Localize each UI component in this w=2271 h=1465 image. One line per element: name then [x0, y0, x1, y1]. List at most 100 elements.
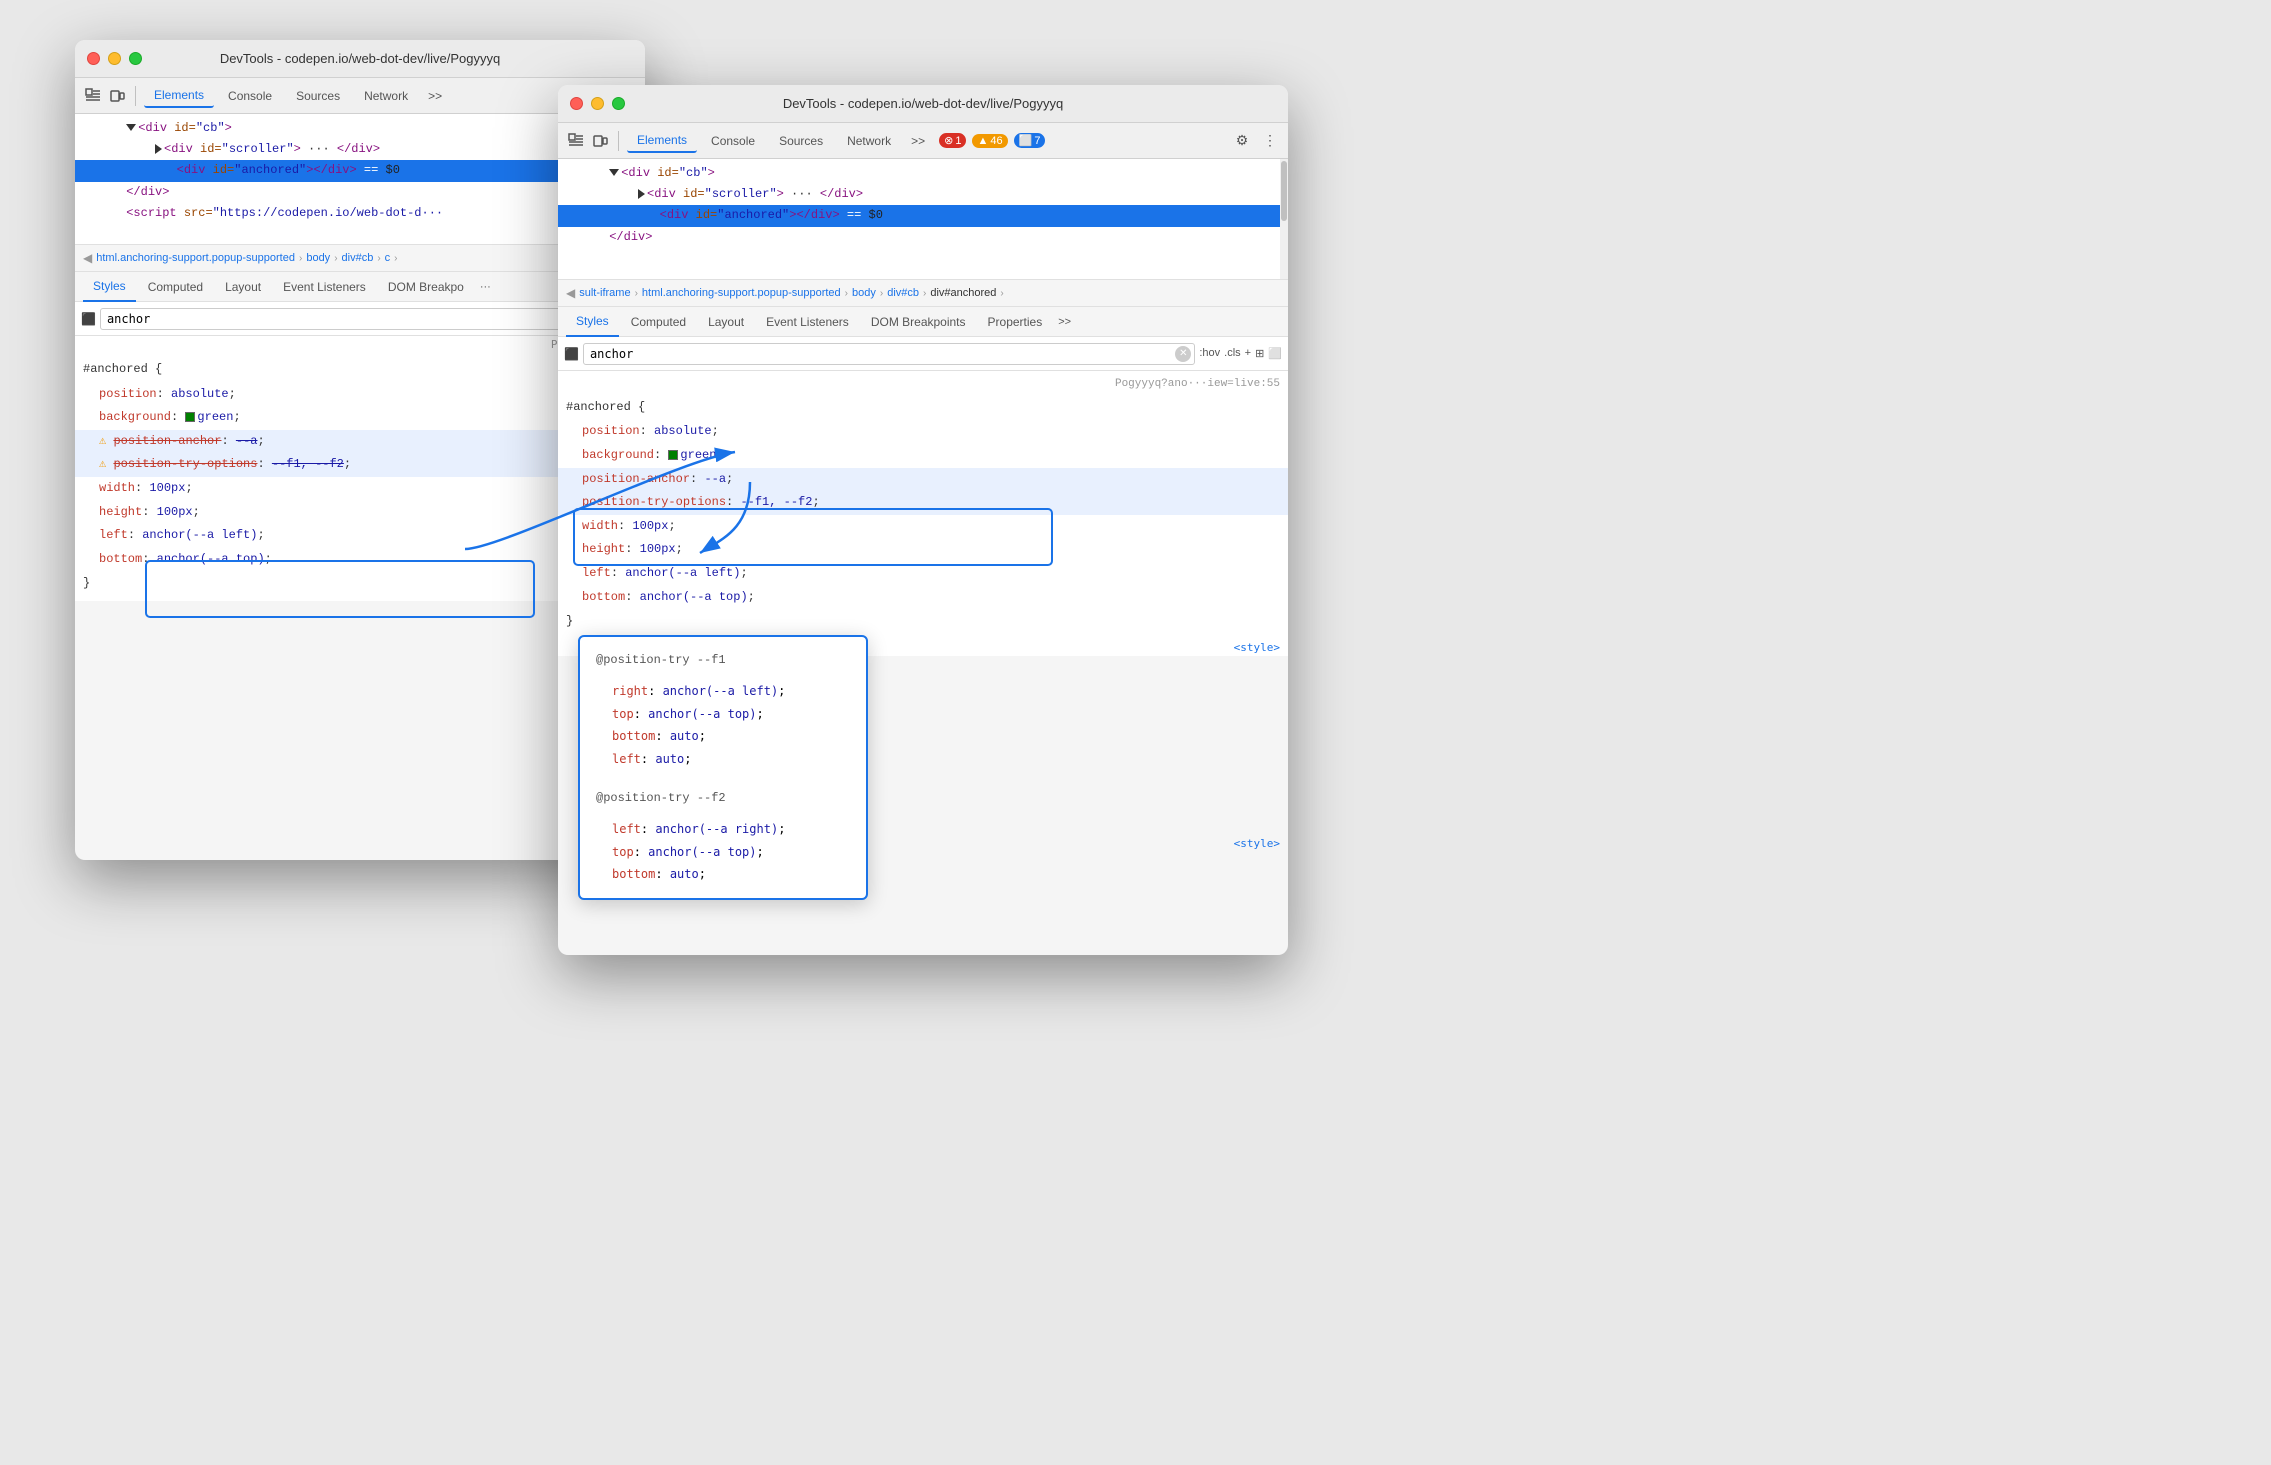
error-icon: ⊗ — [944, 134, 953, 147]
close-button-2[interactable] — [570, 97, 583, 110]
breadcrumb-divcb[interactable]: div#cb — [342, 252, 374, 264]
cls-toggle-2[interactable]: .cls — [1224, 347, 1241, 360]
devtools-window-2: DevTools - codepen.io/web-dot-dev/live/P… — [558, 85, 1288, 955]
breadcrumb-divanchored-2[interactable]: div#anchored — [930, 287, 996, 299]
info-badge: ⬜ 7 — [1014, 133, 1046, 148]
css-popup: @position-try --f1 right: anchor(--a lef… — [578, 635, 868, 900]
search-clear-2[interactable]: ✕ — [1175, 346, 1191, 362]
tabs-more-2[interactable]: >> — [1054, 316, 1075, 328]
tab-console-2[interactable]: Console — [701, 130, 765, 152]
filter-icon-2: ⬛ — [564, 347, 579, 361]
at-rule-1: @position-try --f1 — [596, 649, 850, 672]
css-prop-position-2: position: absolute; — [558, 420, 1288, 444]
more-icon-2[interactable]: ⋮ — [1260, 131, 1280, 151]
css-prop-bottom-2: bottom: anchor(--a top); — [558, 586, 1288, 610]
scroll-thumb-2[interactable] — [1281, 161, 1287, 221]
settings-icon-2[interactable]: ⚙ — [1232, 131, 1252, 151]
tab-network-1[interactable]: Network — [354, 85, 418, 107]
filter-icon-1: ⬛ — [81, 312, 96, 326]
tab-event-listeners-1[interactable]: Event Listeners — [273, 272, 376, 302]
breadcrumb-divcb-2[interactable]: div#cb — [887, 287, 919, 299]
hov-toggle-2[interactable]: :hov — [1199, 347, 1220, 360]
search-input-2[interactable] — [583, 343, 1195, 365]
popup-prop: left: auto; — [612, 748, 850, 771]
breadcrumb-body-2[interactable]: body — [852, 287, 876, 299]
popup-props-1: right: anchor(--a left); top: anchor(--a… — [596, 680, 850, 771]
breadcrumb-iframe-2[interactable]: sult-iframe — [579, 287, 630, 299]
tab-computed-1[interactable]: Computed — [138, 272, 213, 302]
source-link-2[interactable]: Pogyyyq?ano···iew=live:55 — [1115, 375, 1280, 395]
copy-icon-2[interactable]: ⊞ — [1255, 347, 1264, 360]
breadcrumb-html[interactable]: html.anchoring-support.popup-supported — [96, 252, 295, 264]
more-tabs-2[interactable]: >> — [905, 132, 931, 150]
breadcrumb-nav-arrow[interactable]: ◀ — [83, 251, 92, 265]
css-source-2: Pogyyyq?ano···iew=live:55 — [558, 375, 1288, 395]
tab-layout-1[interactable]: Layout — [215, 272, 271, 302]
dom-line-2c-selected: <div id="anchored"></div> == $0 — [558, 205, 1288, 226]
warn-icon-try-1: ⚠ — [99, 457, 106, 471]
warn-icon-anchor-1: ⚠ — [99, 434, 106, 448]
css-prop-position-anchor-2: position-anchor: --a; — [558, 468, 1288, 492]
tab-layout-2[interactable]: Layout — [698, 307, 754, 337]
maximize-button-1[interactable] — [129, 52, 142, 65]
tabs-more-1[interactable]: ··· — [476, 281, 495, 293]
tab-network-2[interactable]: Network — [837, 130, 901, 152]
breadcrumb-body[interactable]: body — [306, 252, 330, 264]
info-count: 7 — [1034, 135, 1040, 147]
css-prop-position-try-2: position-try-options: --f1, --f2; — [558, 491, 1288, 515]
tab-styles-2[interactable]: Styles — [566, 307, 619, 337]
expand-icon-2[interactable]: ⬜ — [1268, 347, 1282, 360]
minimize-button-2[interactable] — [591, 97, 604, 110]
tab-computed-2[interactable]: Computed — [621, 307, 696, 337]
scroll-indicator-2 — [1280, 159, 1288, 279]
inspector-icon[interactable] — [83, 86, 103, 106]
more-tabs-1[interactable]: >> — [422, 87, 448, 105]
css-prop-background-2: background: green; — [558, 444, 1288, 468]
css-selector-2: #anchored { — [558, 395, 1288, 421]
tab-console-1[interactable]: Console — [218, 85, 282, 107]
tab-elements-2[interactable]: Elements — [627, 129, 697, 153]
style-source-2[interactable]: <style> — [1234, 837, 1280, 850]
dom-panel-2: <div id="cb"> <div id="scroller"> ··· </… — [558, 159, 1288, 279]
tab-sources-1[interactable]: Sources — [286, 85, 350, 107]
popup-prop: bottom: auto; — [612, 725, 850, 748]
window-title-1: DevTools - codepen.io/web-dot-dev/live/P… — [220, 51, 500, 66]
toolbar-sep-1 — [135, 86, 136, 106]
search-input-1[interactable]: anchor — [100, 308, 594, 330]
close-button-1[interactable] — [87, 52, 100, 65]
error-badge: ⊗ 1 — [939, 133, 966, 148]
inspector-icon-2[interactable] — [566, 131, 586, 151]
breadcrumb-nav-arrow-2[interactable]: ◀ — [566, 286, 575, 300]
titlebar-1: DevTools - codepen.io/web-dot-dev/live/P… — [75, 40, 645, 78]
tab-elements-1[interactable]: Elements — [144, 84, 214, 108]
css-prop-width-2: width: 100px; — [558, 515, 1288, 539]
tab-styles-1[interactable]: Styles — [83, 272, 136, 302]
popup-props-2: left: anchor(--a right); top: anchor(--a… — [596, 818, 850, 886]
warn-count: 46 — [990, 135, 1002, 147]
warn-badge: ▲ 46 — [972, 134, 1007, 148]
minimize-button-1[interactable] — [108, 52, 121, 65]
breadcrumb-c[interactable]: c — [385, 252, 391, 264]
toolbar-sep-2 — [618, 131, 619, 151]
popup-prop: bottom: auto; — [612, 863, 850, 886]
tabs-row-2: Styles Computed Layout Event Listeners D… — [558, 307, 1288, 337]
search-input-wrap-2: ✕ — [583, 343, 1195, 365]
tab-dom-breakpoints-1[interactable]: DOM Breakpo — [378, 272, 474, 302]
dom-line-2d: </div> — [558, 227, 1288, 248]
tab-sources-2[interactable]: Sources — [769, 130, 833, 152]
tab-event-listeners-2[interactable]: Event Listeners — [756, 307, 859, 337]
css-prop-height-2: height: 100px; — [558, 538, 1288, 562]
breadcrumb-html-2[interactable]: html.anchoring-support.popup-supported — [642, 287, 841, 299]
style-link-2: <style> — [1234, 837, 1280, 850]
tab-dom-breakpoints-2[interactable]: DOM Breakpoints — [861, 307, 976, 337]
dom-line-2b: <div id="scroller"> ··· </div> — [558, 184, 1288, 205]
tab-properties-2[interactable]: Properties — [978, 307, 1053, 337]
search-input-wrap-1: anchor ✕ — [100, 308, 594, 330]
style-source-1[interactable]: <style> — [1234, 641, 1280, 654]
device-icon[interactable] — [107, 86, 127, 106]
popup-prop: top: anchor(--a top); — [612, 841, 850, 864]
device-icon-2[interactable] — [590, 131, 610, 151]
maximize-button-2[interactable] — [612, 97, 625, 110]
at-rule-2: @position-try --f2 — [596, 787, 850, 810]
plus-icon-2[interactable]: + — [1245, 347, 1251, 360]
